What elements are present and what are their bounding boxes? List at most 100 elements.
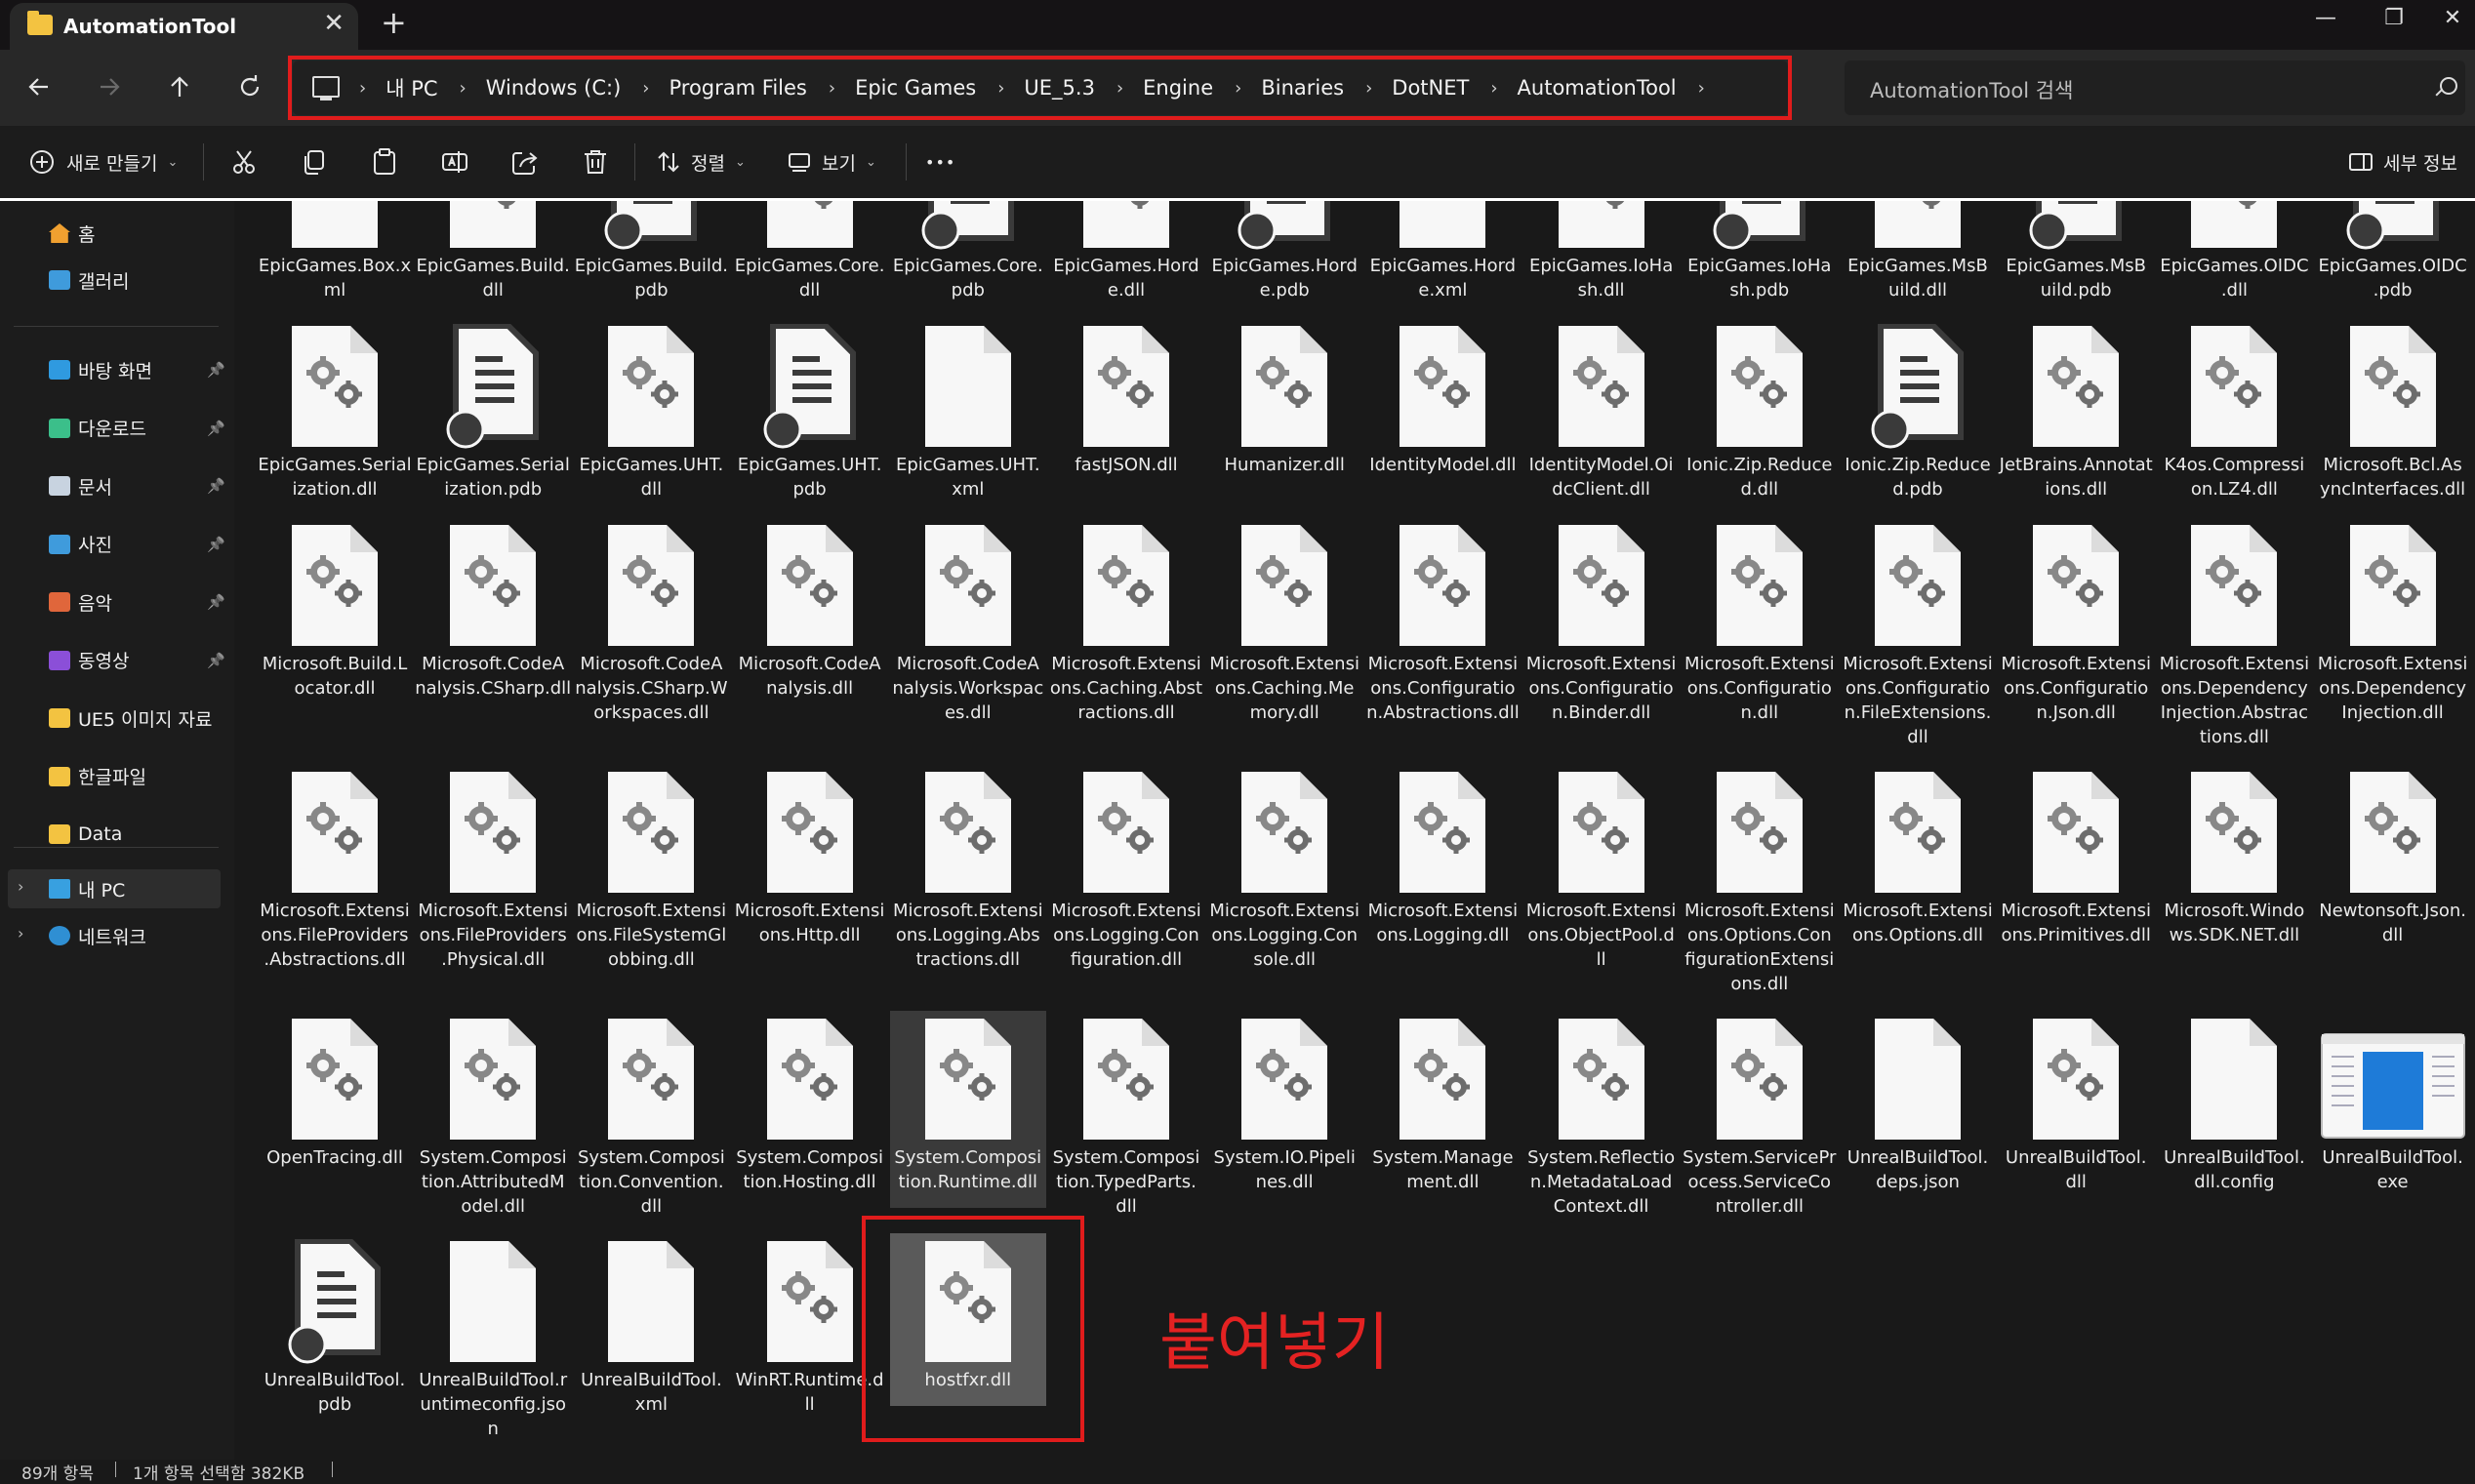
file-item[interactable]: Microsoft.Extensi ons.Logging.dll <box>1364 764 1521 961</box>
chevron-right-icon[interactable]: › <box>1235 78 1241 99</box>
rename-icon[interactable] <box>440 147 469 177</box>
file-item[interactable]: System.IO.Pipeli nes.dll <box>1206 1011 1362 1208</box>
file-item[interactable]: Microsoft.Extensi ons.ObjectPool.d ll <box>1523 764 1680 985</box>
pin-icon[interactable]: 📌 <box>207 361 225 379</box>
breadcrumb-item[interactable]: Epic Games <box>855 76 976 100</box>
file-item[interactable]: IdentityModel.dll <box>1364 318 1521 491</box>
file-item[interactable]: EpicGames.Build. dll <box>415 201 571 316</box>
close-window-button[interactable]: ✕ <box>2428 6 2475 30</box>
sidebar-item-quick-access[interactable]: 문서 <box>49 471 112 501</box>
pin-icon[interactable]: 📌 <box>207 420 225 437</box>
file-item[interactable]: Ionic.Zip.Reduce d.pdb <box>1840 318 1996 515</box>
file-item[interactable]: JetBrains.Annotat ions.dll <box>1998 318 2154 515</box>
file-item[interactable]: EpicGames.MsB uild.pdb <box>1998 201 2154 316</box>
chevron-right-icon[interactable]: › <box>829 78 835 99</box>
file-item[interactable]: IdentityModel.Oi dcClient.dll <box>1523 318 1680 515</box>
forward-button[interactable] <box>88 65 131 108</box>
new-tab-button[interactable]: + <box>381 7 407 38</box>
sidebar-item-network[interactable]: 네트워크 <box>49 921 146 950</box>
chevron-right-icon[interactable]: › <box>1698 78 1705 99</box>
pin-icon[interactable]: 📌 <box>207 593 225 611</box>
file-item[interactable]: EpicGames.OIDC .pdb <box>2315 201 2471 316</box>
sidebar-item-quick-access[interactable]: 사진 <box>49 530 112 559</box>
chevron-right-icon[interactable]: › <box>359 78 366 99</box>
file-item[interactable]: Microsoft.Extensi ons.Http.dll <box>732 764 888 961</box>
file-item[interactable]: Microsoft.Extensi ons.Configuratio n.FileE… <box>1840 517 1996 763</box>
file-item[interactable]: EpicGames.UHT. dll <box>573 318 729 515</box>
file-item[interactable]: UnrealBuildTool. xml <box>573 1233 729 1430</box>
tab-close-button[interactable]: ✕ <box>323 11 345 36</box>
file-item[interactable]: UnrealBuildTool. dll <box>1998 1011 2154 1208</box>
sidebar-item-quick-access[interactable]: 다운로드 <box>49 414 146 443</box>
file-item[interactable]: System.Composi tion.Convention. dll <box>573 1011 729 1232</box>
file-item[interactable]: Microsoft.Build.L ocator.dll <box>257 517 413 714</box>
file-item[interactable]: fastJSON.dll <box>1048 318 1204 491</box>
file-item[interactable]: Microsoft.Extensi ons.Logging.Con figurati… <box>1048 764 1204 985</box>
maximize-button[interactable]: ❐ <box>2370 6 2418 30</box>
file-item[interactable]: EpicGames.Build. pdb <box>573 201 729 316</box>
file-item[interactable]: Microsoft.CodeA nalysis.Workspac es.dll <box>890 517 1046 739</box>
breadcrumb-item[interactable]: Engine <box>1143 76 1213 100</box>
more-options-button[interactable]: ••• <box>925 140 955 184</box>
chevron-right-icon[interactable]: › <box>642 78 649 99</box>
file-item[interactable]: UnrealBuildTool. exe <box>2315 1011 2471 1208</box>
file-item[interactable]: System.Composi tion.TypedParts. dll <box>1048 1011 1204 1232</box>
sidebar-item-quick-access[interactable]: 바탕 화면 <box>49 355 152 384</box>
file-item[interactable]: Microsoft.Extensi ons.Logging.Abs traction… <box>890 764 1046 985</box>
file-item[interactable]: EpicGames.Serial ization.dll <box>257 318 413 515</box>
copy-icon[interactable] <box>300 147 329 177</box>
file-item[interactable]: Microsoft.CodeA nalysis.dll <box>732 517 888 714</box>
sidebar-item-quick-access[interactable]: UE5 이미지 자료 <box>49 703 212 733</box>
file-item[interactable]: EpicGames.MsB uild.dll <box>1840 201 1996 316</box>
file-item[interactable]: EpicGames.Core. dll <box>732 201 888 316</box>
file-item[interactable]: EpicGames.Serial ization.pdb <box>415 318 571 515</box>
breadcrumb-item[interactable]: Program Files <box>669 76 806 100</box>
file-item[interactable]: Microsoft.Bcl.As yncInterfaces.dll <box>2315 318 2471 515</box>
file-item[interactable]: EpicGames.IoHa sh.dll <box>1523 201 1680 316</box>
minimize-button[interactable]: — <box>2301 6 2350 30</box>
search-box[interactable]: AutomationTool 검색 <box>1845 60 2465 115</box>
file-item[interactable]: OpenTracing.dll <box>257 1011 413 1183</box>
breadcrumb-item[interactable]: UE_5.3 <box>1024 76 1095 100</box>
chevron-right-icon[interactable]: › <box>18 877 23 896</box>
search-input[interactable]: AutomationTool 검색 <box>1870 75 2073 104</box>
breadcrumb-item[interactable]: Windows (C:) <box>486 76 622 100</box>
file-item[interactable]: System.ServicePr ocess.ServiceCo ntroller.… <box>1682 1011 1838 1232</box>
sidebar-item-quick-access[interactable]: Data <box>49 820 122 849</box>
breadcrumb-item[interactable]: AutomationTool <box>1518 76 1677 100</box>
file-item[interactable]: Microsoft.Windo ws.SDK.NET.dll <box>2156 764 2312 961</box>
details-pane-button[interactable]: 세부 정보 <box>2348 140 2457 184</box>
file-item[interactable]: EpicGames.OIDC .dll <box>2156 201 2312 316</box>
back-button[interactable] <box>18 65 61 108</box>
chevron-right-icon[interactable]: › <box>1116 78 1123 99</box>
file-item[interactable]: Microsoft.Extensi ons.Dependency Injection… <box>2156 517 2312 763</box>
chevron-right-icon[interactable]: › <box>997 78 1004 99</box>
file-item[interactable]: System.Composi tion.Hosting.dll <box>732 1011 888 1208</box>
chevron-right-icon[interactable]: › <box>460 78 467 99</box>
file-item[interactable]: Microsoft.Extensi ons.Configuratio n.Binde… <box>1523 517 1680 739</box>
chevron-right-icon[interactable]: › <box>1365 78 1372 99</box>
file-item[interactable]: Microsoft.CodeA nalysis.CSharp.W orkspaces… <box>573 517 729 739</box>
file-item[interactable]: Microsoft.Extensi ons.FileSystemGl obbing.… <box>573 764 729 985</box>
file-item[interactable]: Microsoft.CodeA nalysis.CSharp.dll <box>415 517 571 714</box>
file-item[interactable]: UnrealBuildTool. deps.json <box>1840 1011 1996 1208</box>
sidebar-item-quick-access[interactable]: 동영상 <box>49 646 129 675</box>
pin-icon[interactable]: 📌 <box>207 652 225 669</box>
sidebar-item-this-pc[interactable]: 내 PC <box>49 874 125 903</box>
share-icon[interactable] <box>510 147 540 177</box>
file-item[interactable]: System.Reflectio n.MetadataLoad Context.dl… <box>1523 1011 1680 1232</box>
trash-icon[interactable] <box>581 147 610 177</box>
refresh-button[interactable] <box>228 65 271 108</box>
file-item[interactable]: UnrealBuildTool. dll.config <box>2156 1011 2312 1208</box>
file-item[interactable]: Newtonsoft.Json. dll <box>2315 764 2471 961</box>
file-item[interactable]: Microsoft.Extensi ons.Caching.Me mory.dll <box>1206 517 1362 739</box>
tab-automationtool[interactable]: AutomationTool ✕ <box>10 3 358 50</box>
file-item[interactable]: EpicGames.UHT. pdb <box>732 318 888 515</box>
sort-button[interactable]: 정렬 ⌄ <box>656 140 746 184</box>
file-item[interactable]: EpicGames.Core. pdb <box>890 201 1046 316</box>
breadcrumb-item[interactable]: Binaries <box>1261 76 1344 100</box>
file-item[interactable]: EpicGames.Hord e.pdb <box>1206 201 1362 316</box>
file-item[interactable]: EpicGames.Box.x ml <box>257 201 413 316</box>
sidebar-item-home[interactable]: 홈 <box>49 219 95 248</box>
file-item[interactable]: Microsoft.Extensi ons.Options.dll <box>1840 764 1996 961</box>
